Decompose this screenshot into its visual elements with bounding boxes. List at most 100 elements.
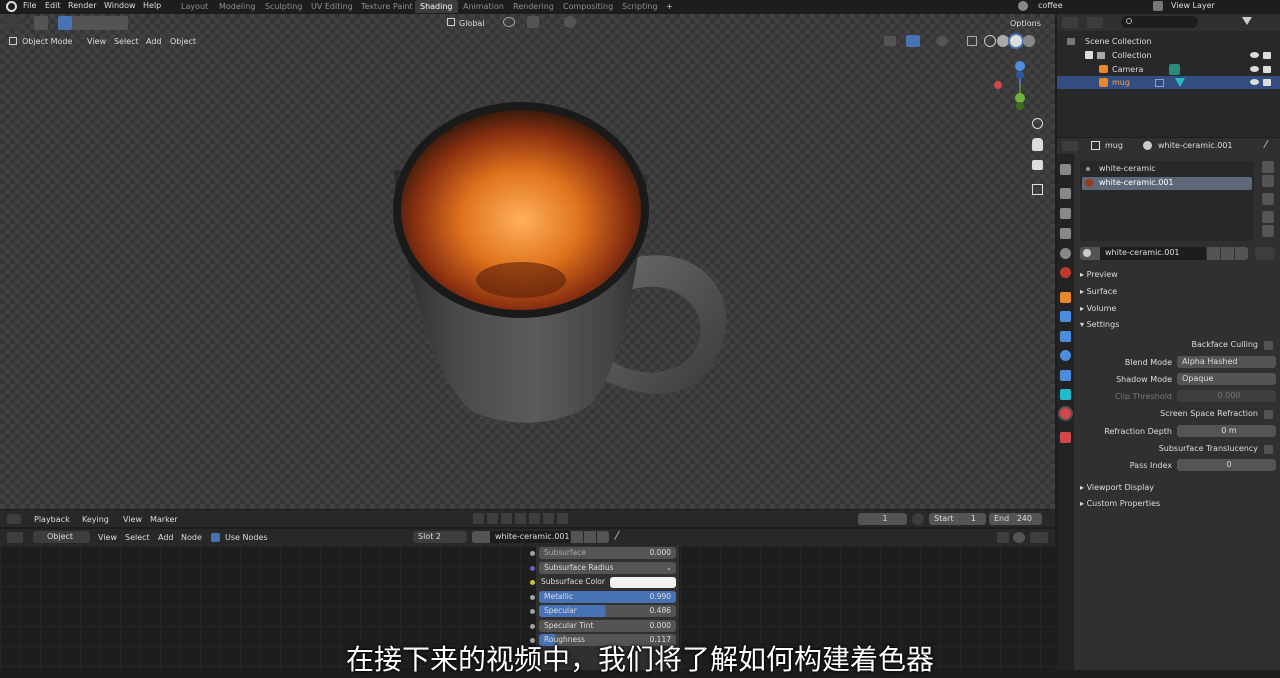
material-slot-row-active[interactable]: white-ceramic.001: [1082, 177, 1252, 190]
scene-collection-row[interactable]: Scene Collection: [1057, 35, 1280, 48]
eye-icon[interactable]: [1250, 79, 1259, 85]
blender-logo-icon[interactable]: [6, 1, 17, 12]
navigation-gizmo[interactable]: [990, 58, 1050, 113]
tab-animation[interactable]: Animation: [458, 0, 509, 13]
subsurface-radius-socket[interactable]: [530, 566, 535, 571]
next-keyframe-icon[interactable]: [543, 513, 554, 524]
tab-texture-paint[interactable]: Texture Paint: [356, 0, 418, 13]
texture-tab-icon[interactable]: [1060, 432, 1071, 443]
scene-name[interactable]: coffee: [1038, 1, 1063, 10]
play-icon[interactable]: [529, 513, 540, 524]
specular-tint-socket[interactable]: [530, 624, 535, 629]
backface-culling-checkbox[interactable]: [1264, 341, 1273, 350]
panel-settings[interactable]: ▾ Settings: [1080, 320, 1119, 329]
node-link-icon[interactable]: [1255, 247, 1275, 260]
slot-specials-button[interactable]: [1262, 193, 1274, 205]
node-menu-add[interactable]: Add: [158, 531, 174, 544]
panel-custom-properties[interactable]: ▸ Custom Properties: [1080, 499, 1160, 508]
material-browse-button[interactable]: [1080, 247, 1100, 260]
node-editor-icon[interactable]: [7, 532, 23, 543]
subsurface-socket[interactable]: [530, 551, 535, 556]
menu-window[interactable]: Window: [104, 1, 136, 10]
snap-node-icon[interactable]: [1013, 532, 1025, 543]
view-layer-tab-icon[interactable]: [1060, 228, 1071, 239]
xray-icon[interactable]: [967, 36, 977, 46]
modifier-tab-icon[interactable]: [1060, 311, 1071, 322]
camera-view-icon[interactable]: [1032, 160, 1043, 170]
pan-hand-icon[interactable]: [1032, 138, 1043, 151]
eye-icon[interactable]: [1250, 66, 1259, 72]
tab-compositing[interactable]: Compositing: [558, 0, 618, 13]
outliner-editor-icon[interactable]: [1062, 17, 1078, 28]
physics-tab-icon[interactable]: [1060, 350, 1071, 361]
snap-mode-icon[interactable]: [1030, 532, 1048, 543]
pass-index-field[interactable]: 0: [1177, 459, 1276, 471]
remove-slot-button[interactable]: [1262, 175, 1274, 187]
select-tool-icon[interactable]: [34, 16, 48, 30]
menu-render[interactable]: Render: [68, 1, 96, 10]
viewport-menu-object[interactable]: Object: [170, 35, 196, 48]
timeline-menu-playback[interactable]: Playback: [34, 513, 70, 526]
node-menu-view[interactable]: View: [98, 531, 117, 544]
world-tab-icon[interactable]: [1060, 267, 1071, 278]
tool-tab-icon[interactable]: [1060, 164, 1071, 175]
data-tab-icon[interactable]: [1060, 389, 1071, 400]
node-unlink-icon[interactable]: [597, 531, 609, 543]
zoom-icon[interactable]: [1032, 118, 1043, 129]
view-layer-name[interactable]: View Layer: [1171, 1, 1215, 10]
subsurface-color-socket[interactable]: [530, 580, 535, 585]
node-pin-icon[interactable]: [614, 530, 626, 544]
add-slot-button[interactable]: [1262, 161, 1274, 173]
display-mode-icon[interactable]: [1087, 17, 1103, 28]
specular-field[interactable]: Specular 0.486: [539, 605, 676, 617]
proportional-edit-icon[interactable]: [564, 16, 576, 28]
viewport-menu-add[interactable]: Add: [146, 35, 162, 48]
timeline-menu-keying[interactable]: Keying: [82, 513, 109, 526]
current-frame-field[interactable]: 1: [858, 513, 907, 525]
tab-layout[interactable]: Layout: [176, 0, 213, 13]
timeline-menu-view[interactable]: View: [123, 513, 142, 526]
play-reverse-icon[interactable]: [515, 513, 526, 524]
tab-shading[interactable]: Shading: [415, 0, 458, 13]
visibility-icon[interactable]: [884, 36, 896, 46]
sss-translucency-checkbox[interactable]: [1264, 445, 1273, 454]
outliner-item-camera[interactable]: Camera: [1057, 63, 1280, 76]
eye-icon[interactable]: [1250, 52, 1259, 58]
tab-modeling[interactable]: Modeling: [214, 0, 260, 13]
menu-file[interactable]: File: [23, 1, 36, 10]
view-layer-icon[interactable]: [1153, 1, 1163, 11]
material-slot-row[interactable]: white-ceramic: [1082, 163, 1252, 175]
pin-icon[interactable]: [1263, 139, 1274, 152]
tab-rendering[interactable]: Rendering: [508, 0, 559, 13]
gizmo-icon[interactable]: [906, 35, 920, 47]
wireframe-shading-icon[interactable]: [984, 35, 996, 47]
jump-end-icon[interactable]: [557, 513, 568, 524]
render-camera-icon[interactable]: [1263, 52, 1271, 59]
tab-sculpting[interactable]: Sculpting: [260, 0, 307, 13]
select-extend-icon[interactable]: [72, 16, 86, 30]
select-invert-icon[interactable]: [100, 16, 114, 30]
node-material-browse-icon[interactable]: [472, 531, 490, 543]
timeline-editor-icon[interactable]: [7, 514, 21, 524]
render-camera-icon[interactable]: [1263, 66, 1271, 73]
refraction-depth-field[interactable]: 0 m: [1177, 425, 1276, 437]
grid-view-icon[interactable]: [1032, 184, 1043, 195]
clip-threshold-field[interactable]: 0.000: [1177, 390, 1276, 402]
mug-object[interactable]: [380, 95, 740, 425]
use-nodes-checkbox[interactable]: [211, 533, 220, 542]
jump-start-icon[interactable]: [487, 513, 498, 524]
record-icon[interactable]: [473, 513, 484, 524]
select-intersect-icon[interactable]: [114, 16, 128, 30]
material-tab-icon[interactable]: [1060, 408, 1071, 419]
collection-row[interactable]: Collection: [1057, 49, 1280, 62]
object-tab-icon[interactable]: [1060, 292, 1071, 303]
transform-orientation-dropdown[interactable]: Global: [459, 17, 485, 30]
scene-icon[interactable]: [1018, 1, 1028, 11]
select-subtract-icon[interactable]: [86, 16, 100, 30]
material-name-field[interactable]: white-ceramic.001: [1100, 247, 1206, 260]
snap-icon[interactable]: [527, 16, 539, 28]
prev-keyframe-icon[interactable]: [501, 513, 512, 524]
shader-type-dropdown[interactable]: Object: [33, 531, 90, 543]
node-fake-user-icon[interactable]: [571, 531, 583, 543]
pivot-icon[interactable]: [503, 17, 515, 27]
